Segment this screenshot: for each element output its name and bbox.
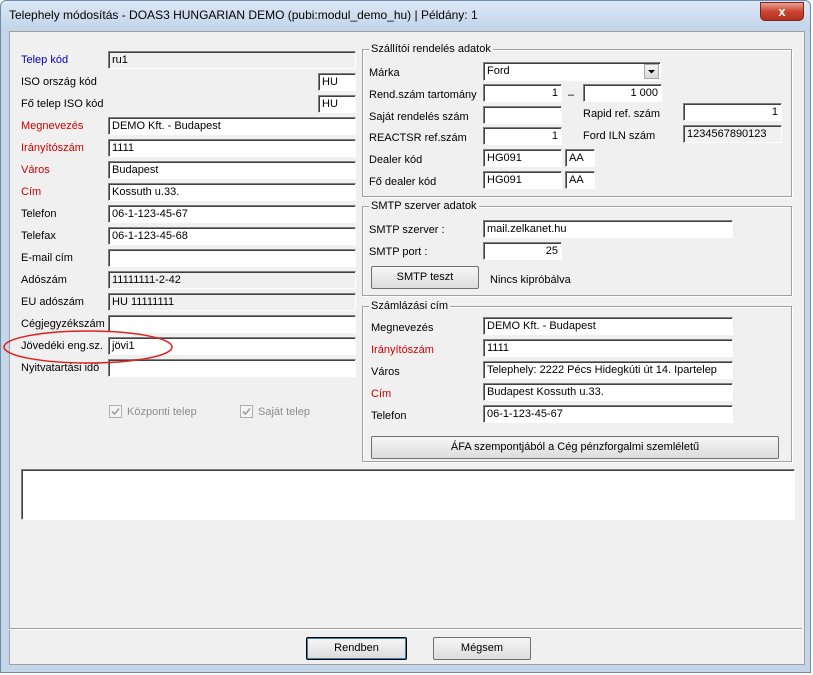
smtp-server-label: SMTP szerver : bbox=[369, 224, 445, 236]
megnevezes-field[interactable]: DEMO Kft. - Budapest bbox=[108, 117, 356, 135]
ford-iln-field[interactable]: 1234567890123 bbox=[683, 125, 782, 143]
rapid-label: Rapid ref. szám bbox=[583, 108, 661, 120]
sajat-rendeles-label: Saját rendelés szám bbox=[369, 111, 469, 123]
iso-orszag-kod-field[interactable]: HU bbox=[318, 73, 356, 91]
ok-button[interactable]: Rendben bbox=[306, 637, 407, 660]
billing-varos-label: Város bbox=[371, 366, 400, 378]
iranyitoszam-label: Irányítószám bbox=[21, 142, 84, 154]
adoszam-label: Adószám bbox=[21, 274, 67, 286]
telep-kod-field[interactable]: ru1 bbox=[108, 51, 356, 69]
cim-field[interactable]: Kossuth u.33. bbox=[108, 183, 356, 201]
billing-telefon-label: Telefon bbox=[371, 410, 407, 422]
window-title: Telephely módosítás - DOAS3 HUNGARIAN DE… bbox=[9, 8, 478, 22]
title-bar[interactable]: Telephely módosítás - DOAS3 HUNGARIAN DE… bbox=[1, 1, 810, 31]
fo-telep-iso-kod-field[interactable]: HU bbox=[318, 95, 356, 113]
sajat-telep-label: Saját telep bbox=[258, 406, 310, 418]
eu-adoszam-field[interactable]: HU 11111111 bbox=[108, 293, 356, 311]
billing-iranyitoszam-label: Irányítószám bbox=[371, 344, 434, 356]
sajat-rendeles-field[interactable] bbox=[483, 106, 562, 124]
smtp-status-text: Nincs kipróbálva bbox=[490, 274, 571, 286]
check-icon bbox=[111, 407, 120, 416]
smtp-port-field[interactable]: 25 bbox=[483, 242, 562, 260]
billing-group-title: Számlázási cím bbox=[369, 300, 451, 312]
notes-area[interactable] bbox=[21, 469, 795, 520]
smtp-test-button[interactable]: SMTP teszt bbox=[371, 266, 479, 289]
marka-label: Márka bbox=[369, 67, 400, 79]
telefon-field[interactable]: 06-1-123-45-67 bbox=[108, 205, 356, 223]
smtp-port-label: SMTP port : bbox=[369, 246, 428, 258]
billing-telefon-field[interactable]: 06-1-123-45-67 bbox=[483, 405, 733, 423]
eu-adoszam-label: EU adószám bbox=[21, 296, 84, 308]
reactsr-field[interactable]: 1 bbox=[483, 127, 562, 145]
dealer-kod-label: Dealer kód bbox=[369, 154, 423, 166]
varos-field[interactable]: Budapest bbox=[108, 161, 356, 179]
smtp-group-title: SMTP szerver adatok bbox=[369, 200, 479, 212]
telep-kod-label: Telep kód bbox=[21, 54, 69, 66]
telefon-label: Telefon bbox=[21, 208, 57, 220]
cim-label: Cím bbox=[21, 186, 42, 198]
kozponti-telep-label: Központi telep bbox=[127, 406, 197, 418]
footer-separator bbox=[9, 628, 802, 630]
iranyitoszam-field[interactable]: 1111 bbox=[108, 139, 356, 157]
fo-dealer-kod-label: Fő dealer kód bbox=[369, 176, 437, 188]
billing-cim-field[interactable]: Budapest Kossuth u.33. bbox=[483, 383, 733, 401]
rend-szam-to-field[interactable]: 1 000 bbox=[583, 84, 662, 102]
billing-megnevezes-label: Megnevezés bbox=[371, 322, 434, 334]
fo-telep-iso-kod-label: Fő telep ISO kód bbox=[21, 98, 104, 110]
rend-szam-dash: – bbox=[568, 89, 575, 101]
fo-dealer-kod-field[interactable]: HG091 bbox=[483, 171, 562, 189]
email-label: E-mail cím bbox=[21, 252, 73, 264]
ok-button-label: Rendben bbox=[334, 642, 379, 654]
billing-cim-label: Cím bbox=[371, 388, 392, 400]
close-button[interactable]: x bbox=[760, 2, 804, 21]
sajat-telep-checkbox[interactable] bbox=[240, 405, 253, 418]
ford-iln-label: Ford ILN szám bbox=[583, 130, 656, 142]
rend-szam-from-field[interactable]: 1 bbox=[483, 84, 562, 102]
rapid-field[interactable]: 1 bbox=[683, 103, 782, 121]
kozponti-telep-checkbox[interactable] bbox=[109, 405, 122, 418]
marka-dropdown-button[interactable] bbox=[644, 64, 659, 79]
varos-label: Város bbox=[21, 164, 50, 176]
supplier-group-title: Szállítói rendelés adatok bbox=[369, 43, 493, 55]
megnevezes-label: Megnevezés bbox=[21, 120, 84, 132]
dealer-kod-suffix-field[interactable]: AA bbox=[565, 149, 595, 167]
rend-szam-label: Rend.szám tartomány bbox=[369, 89, 477, 101]
dealer-kod-field[interactable]: HG091 bbox=[483, 149, 562, 167]
adoszam-field[interactable]: 11111111-2-42 bbox=[108, 271, 356, 289]
annotation-ellipse bbox=[3, 330, 173, 364]
check-icon bbox=[242, 407, 251, 416]
telefax-field[interactable]: 06-1-123-45-68 bbox=[108, 227, 356, 245]
billing-megnevezes-field[interactable]: DEMO Kft. - Budapest bbox=[483, 317, 733, 335]
email-field[interactable] bbox=[108, 249, 356, 267]
smtp-server-field[interactable]: mail.zelkanet.hu bbox=[483, 220, 733, 238]
cancel-button[interactable]: Mégsem bbox=[433, 637, 531, 660]
fo-dealer-kod-suffix-field[interactable]: AA bbox=[565, 171, 595, 189]
telefax-label: Telefax bbox=[21, 230, 56, 242]
close-icon: x bbox=[778, 4, 786, 19]
iso-orszag-kod-label: ISO ország kód bbox=[21, 76, 97, 88]
reactsr-label: REACTSR ref.szám bbox=[369, 132, 467, 144]
billing-varos-field[interactable]: Telephely: 2222 Pécs Hidegkúti út 14. Ip… bbox=[483, 361, 733, 379]
marka-value: Ford bbox=[487, 65, 510, 77]
billing-iranyitoszam-field[interactable]: 1111 bbox=[483, 339, 733, 357]
afa-button[interactable]: ÁFA szempontjából a Cég pénzforgalmi sze… bbox=[371, 436, 779, 459]
chevron-down-icon bbox=[648, 70, 655, 74]
marka-select[interactable]: Ford bbox=[483, 62, 661, 81]
